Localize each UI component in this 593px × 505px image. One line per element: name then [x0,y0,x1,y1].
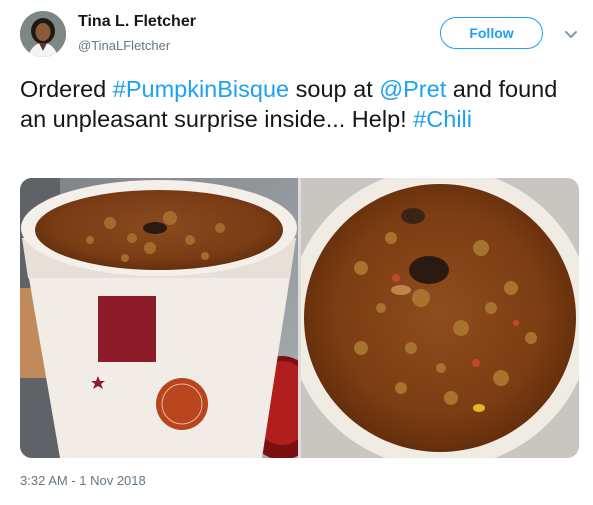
hashtag-link[interactable]: #Chili [413,106,472,132]
tweet-text-segment: Ordered [20,76,113,102]
tweet-timestamp[interactable]: 3:32 AM - 1 Nov 2018 [20,473,146,488]
author-handle[interactable]: @TinaLFletcher [78,38,170,53]
media-grid [20,178,579,458]
photo-soup-closeup[interactable] [301,178,579,458]
avatar[interactable] [20,11,66,57]
author-display-name[interactable]: Tina L. Fletcher [78,13,196,31]
follow-button[interactable]: Follow [440,17,543,49]
tweet-text: Ordered #PumpkinBisque soup at @Pret and… [20,74,580,134]
tweet-text-segment: soup at [289,76,380,102]
hashtag-link[interactable]: #PumpkinBisque [113,76,289,102]
mention-link[interactable]: @Pret [379,76,446,102]
chevron-down-icon[interactable] [561,24,581,44]
photo-soup-cup[interactable] [20,178,298,458]
avatar-image [20,11,66,57]
